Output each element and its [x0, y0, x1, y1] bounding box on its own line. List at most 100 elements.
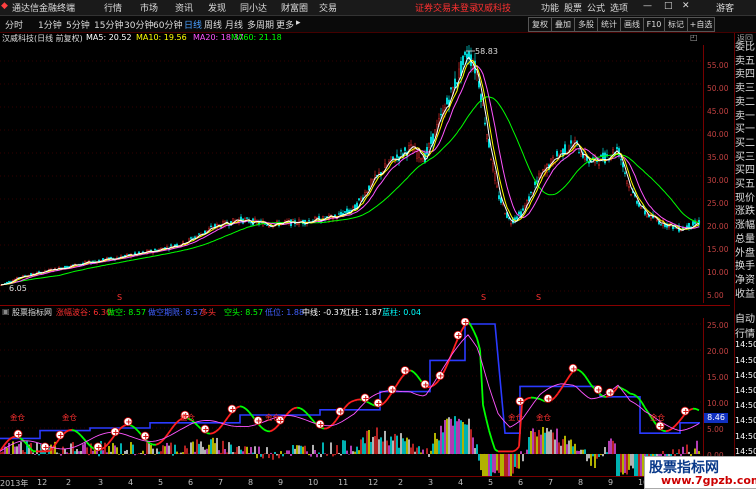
- indicator-value: 做空: 8.57: [107, 307, 146, 318]
- tool-button-statistics[interactable]: 统计: [597, 17, 621, 32]
- histogram-bar: [452, 426, 453, 454]
- period-tab-monthly[interactable]: 月线: [225, 18, 243, 31]
- quote-field-label[interactable]: 行情: [735, 325, 755, 340]
- quote-field-label[interactable]: 14:50: [735, 386, 756, 395]
- candle-body: [644, 211, 645, 214]
- tool-button-add-watchlist[interactable]: +自选: [687, 17, 715, 32]
- histogram-bar: [272, 454, 273, 460]
- date-tick: 2013年: [0, 478, 28, 489]
- menu-item-market[interactable]: 市场: [140, 1, 158, 14]
- more-dropdown-icon[interactable]: ▸: [296, 18, 301, 28]
- period-tab-intraday[interactable]: 分时: [5, 18, 23, 31]
- period-tab-weekly[interactable]: 周线: [204, 18, 222, 31]
- histogram-bar: [448, 417, 449, 454]
- buy-signal-icon: +: [229, 405, 236, 414]
- quote-field-label[interactable]: 14:50: [735, 416, 756, 425]
- menu-item-formula[interactable]: 公式: [587, 1, 605, 14]
- indicator-segment: [552, 397, 555, 400]
- tool-button-f10[interactable]: F10: [643, 17, 665, 32]
- histogram-bar: [530, 431, 531, 454]
- signal-label: 金仓: [508, 412, 523, 422]
- candle-body: [518, 212, 519, 214]
- signal-markers: +++++++++++++++++++++++++++++: [14, 318, 689, 452]
- indicator-segment: [495, 449, 498, 451]
- period-tab-15min[interactable]: 15分钟: [94, 18, 123, 31]
- chart-title-bar: 汉威科技(日线 前复权) MA5: 20.52 MA10: 19.56 MA20…: [0, 33, 703, 45]
- histogram-bar: [506, 454, 507, 476]
- stock-name-header: 汉威科技: [475, 1, 511, 14]
- quote-field-label[interactable]: 14:50: [735, 371, 756, 380]
- histogram-bar: [384, 431, 385, 454]
- date-axis: 2013年122345678910111223456789101112: [0, 476, 734, 488]
- indicator-blue-line: [0, 324, 700, 438]
- histogram-bar: [186, 448, 187, 454]
- histogram-bar: [154, 454, 155, 455]
- chart-settings-icon[interactable]: ◰: [690, 33, 698, 42]
- indicator-menu-icon[interactable]: ▣: [2, 307, 10, 316]
- tool-button-multi-stock[interactable]: 多股: [574, 17, 598, 32]
- histogram-bar: [602, 454, 603, 456]
- quote-field-label[interactable]: 自动: [735, 310, 755, 325]
- histogram-bar: [156, 448, 157, 454]
- candle-body: [370, 180, 371, 186]
- tool-button-overlay[interactable]: 叠加: [551, 17, 575, 32]
- indicator-segment: [333, 420, 336, 424]
- candle-body: [246, 218, 247, 219]
- histogram-bar: [588, 454, 589, 458]
- quote-field-label[interactable]: 14:50: [735, 356, 756, 365]
- event-marker[interactable]: S: [481, 293, 486, 302]
- close-icon[interactable]: ✕: [682, 1, 690, 11]
- histogram-bar: [380, 437, 381, 454]
- candle-body: [394, 161, 395, 162]
- menu-item-options[interactable]: 选项: [610, 1, 628, 14]
- minimize-icon[interactable]: —: [643, 1, 652, 11]
- candle-body: [692, 221, 693, 225]
- period-tab-5min[interactable]: 5分钟: [66, 18, 90, 31]
- histogram-bar: [600, 454, 601, 455]
- period-tab-multi[interactable]: 多周期: [247, 18, 274, 31]
- quote-field-label[interactable]: 14:50: [735, 447, 756, 456]
- histogram-bar: [346, 451, 347, 454]
- menu-item-quotes[interactable]: 行情: [104, 1, 122, 14]
- histogram-bar: [558, 442, 559, 454]
- maximize-icon[interactable]: □: [664, 1, 673, 11]
- histogram-bar: [354, 452, 355, 454]
- menu-item-tongxiaoda[interactable]: 同小达: [240, 1, 267, 14]
- menu-item-function[interactable]: 功能: [541, 1, 559, 14]
- menu-item-stock[interactable]: 股票: [564, 1, 582, 14]
- period-tab-1min[interactable]: 1分钟: [38, 18, 62, 31]
- quote-field-label[interactable]: 14:50: [735, 401, 756, 410]
- menu-item-wealth[interactable]: 财富圈: [281, 1, 308, 14]
- histogram-bar: [122, 454, 123, 455]
- indicator-name[interactable]: 股票指标网: [12, 307, 52, 318]
- period-tab-daily[interactable]: 日线: [184, 18, 202, 31]
- period-tab-more[interactable]: 更多: [276, 18, 294, 31]
- candle-body: [210, 226, 211, 227]
- candle-body: [578, 152, 579, 153]
- histogram-bar: [546, 428, 547, 454]
- user-label[interactable]: 游客: [716, 1, 734, 14]
- candle-body: [266, 225, 267, 226]
- event-marker[interactable]: S: [117, 293, 122, 302]
- histogram-bar: [256, 454, 257, 458]
- histogram-bar: [440, 426, 441, 454]
- login-notice[interactable]: 证券交易未登录: [415, 1, 478, 14]
- quote-field-label[interactable]: 14:50: [735, 432, 756, 441]
- menu-item-trade[interactable]: 交易: [319, 1, 337, 14]
- quote-field-label[interactable]: 14:50: [735, 340, 756, 349]
- tool-button-mark[interactable]: 标记: [664, 17, 688, 32]
- indicator-segment: [159, 441, 162, 443]
- histogram-bar: [514, 454, 515, 467]
- period-tab-60min[interactable]: 60分钟: [153, 18, 182, 31]
- menu-item-discover[interactable]: 发现: [208, 1, 226, 14]
- histogram-bar: [88, 454, 89, 455]
- tool-button-draw[interactable]: 画线: [620, 17, 644, 32]
- tool-button-adjust[interactable]: 复权: [528, 17, 552, 32]
- period-tab-30min[interactable]: 30分钟: [124, 18, 153, 31]
- quote-field-label[interactable]: 收益: [735, 285, 755, 300]
- histogram-bar: [130, 442, 131, 454]
- histogram-bar: [132, 445, 133, 454]
- ma5-label: MA5: 20.52: [86, 33, 132, 42]
- event-marker[interactable]: S: [536, 293, 541, 302]
- menu-item-news[interactable]: 资讯: [175, 1, 193, 14]
